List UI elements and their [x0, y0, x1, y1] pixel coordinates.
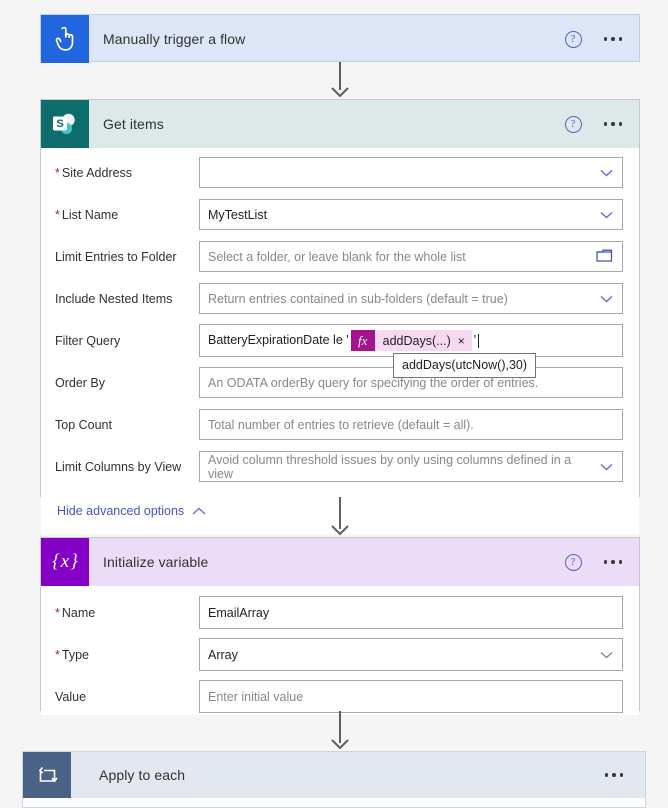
folder-icon[interactable]	[596, 248, 613, 265]
card-header: Apply to each	[23, 752, 645, 798]
header-actions: ?	[564, 115, 640, 133]
expression-token[interactable]: fx addDays(...) ×	[350, 330, 472, 351]
hide-advanced-options-label: Hide advanced options	[57, 504, 185, 518]
token-body: addDays(...) ×	[374, 330, 472, 351]
variable-name-input[interactable]: EmailArray	[199, 596, 623, 629]
expression-tooltip: addDays(utcNow(),30)	[393, 353, 537, 378]
field-label: Top Count	[55, 417, 112, 432]
flow-designer-canvas: Manually trigger a flow ? S Get items ? …	[0, 0, 668, 808]
include-nested-items-input[interactable]: Return entries contained in sub-folders …	[199, 283, 623, 314]
field-label: * Site Address	[55, 165, 133, 180]
header-actions	[604, 773, 646, 777]
form-row: * Name EmailArray	[55, 594, 623, 631]
card-title: Apply to each	[99, 767, 186, 783]
limit-columns-by-view-input[interactable]: Avoid column threshold issues by only us…	[199, 451, 623, 482]
chevron-down-icon[interactable]	[600, 651, 613, 658]
header-actions: ?	[564, 553, 640, 571]
card-title: Initialize variable	[103, 554, 209, 570]
sharepoint-icon: S	[41, 100, 89, 148]
chevron-up-icon	[192, 504, 206, 518]
more-commands-icon[interactable]	[603, 560, 622, 564]
field-label: Include Nested Items	[55, 291, 173, 306]
top-count-input[interactable]: Total number of entries to retrieve (def…	[199, 409, 623, 440]
filter-query-text-after: '	[473, 332, 477, 347]
chevron-down-icon[interactable]	[600, 295, 613, 302]
card-initialize-variable[interactable]: {x} Initialize variable ? * Name EmailArr…	[40, 537, 640, 715]
field-value: MyTestList	[208, 207, 268, 222]
form-row: Filter Query BatteryExpirationDate le ' f…	[55, 322, 623, 378]
chevron-down-icon[interactable]	[600, 463, 613, 470]
help-icon[interactable]: ?	[564, 30, 582, 48]
limit-entries-to-folder-input[interactable]: Select a folder, or leave blank for the …	[199, 241, 623, 272]
field-placeholder: Total number of entries to retrieve (def…	[208, 417, 474, 432]
form-row: Value Enter initial value	[55, 678, 623, 715]
svg-text:S: S	[56, 118, 63, 130]
more-commands-icon[interactable]	[603, 37, 622, 41]
field-label: Limit Columns by View	[55, 459, 182, 474]
filter-query-expression: BatteryExpirationDate le ' fx addDays(...)…	[208, 330, 480, 351]
card-header: Manually trigger a flow ?	[41, 15, 639, 63]
field-label: * Name	[55, 605, 96, 620]
chevron-down-icon[interactable]	[600, 169, 613, 176]
connector-arrow	[329, 711, 351, 751]
field-label: * Type	[55, 647, 89, 662]
required-asterisk: *	[55, 165, 60, 180]
form-row: Top Count Total number of entries to ret…	[55, 406, 623, 443]
fx-badge-icon: fx	[350, 330, 375, 351]
card-title: Manually trigger a flow	[103, 31, 246, 47]
field-label: Order By	[55, 375, 106, 390]
field-placeholder: Avoid column threshold issues by only us…	[208, 452, 572, 481]
more-commands-icon[interactable]	[604, 773, 623, 777]
field-placeholder: Select a folder, or leave blank for the …	[208, 249, 466, 264]
field-label: Value	[55, 689, 87, 704]
card-header: S Get items ?	[41, 100, 639, 148]
variable-value-input[interactable]: Enter initial value	[199, 680, 623, 713]
card-header: {x} Initialize variable ?	[41, 538, 639, 586]
form-row: * Type Array	[55, 636, 623, 673]
connector-arrow	[329, 497, 351, 537]
required-asterisk: *	[55, 207, 60, 222]
token-label: addDays(...)	[382, 333, 451, 348]
text-caret	[478, 333, 480, 348]
initialize-variable-form: * Name EmailArray * Type Array Value Ent…	[41, 586, 639, 715]
field-value: EmailArray	[208, 605, 270, 620]
connector-arrow	[329, 62, 351, 98]
card-apply-to-each[interactable]: Apply to each	[22, 751, 646, 808]
chevron-down-icon[interactable]	[600, 211, 613, 218]
card-manual-trigger[interactable]: Manually trigger a flow ?	[40, 14, 640, 63]
form-row: Limit Columns by View Avoid column thres…	[55, 448, 623, 485]
field-placeholder: Return entries contained in sub-folders …	[208, 291, 508, 306]
filter-query-text-before: BatteryExpirationDate le '	[208, 332, 349, 347]
card-get-items[interactable]: S Get items ? * Site Address * List Name…	[40, 99, 640, 534]
variable-type-input[interactable]: Array	[199, 638, 623, 671]
form-row: Limit Entries to Folder Select a folder,…	[55, 238, 623, 275]
token-remove-icon[interactable]: ×	[458, 335, 465, 347]
field-label: Filter Query	[55, 333, 121, 348]
help-icon[interactable]: ?	[564, 115, 582, 133]
field-label: * List Name	[55, 207, 119, 222]
site-address-input[interactable]	[199, 157, 623, 188]
field-value: Array	[208, 647, 238, 662]
get-items-form: * Site Address * List Name MyTestList Li…	[41, 148, 639, 534]
form-row: Order By An ODATA orderBy query for spec…	[55, 364, 623, 401]
help-icon[interactable]: ?	[564, 553, 582, 571]
list-name-input[interactable]: MyTestList	[199, 199, 623, 230]
card-title: Get items	[103, 116, 164, 132]
manual-trigger-icon	[41, 15, 89, 63]
header-actions: ?	[564, 30, 640, 48]
field-placeholder: Enter initial value	[208, 689, 304, 704]
field-label: Limit Entries to Folder	[55, 249, 177, 264]
variables-icon: {x}	[41, 538, 89, 586]
form-row: * List Name MyTestList	[55, 196, 623, 233]
loop-icon	[23, 752, 71, 798]
required-asterisk: *	[55, 605, 60, 620]
form-row: * Site Address	[55, 154, 623, 191]
more-commands-icon[interactable]	[603, 122, 622, 126]
required-asterisk: *	[55, 647, 60, 662]
form-row: Include Nested Items Return entries cont…	[55, 280, 623, 317]
